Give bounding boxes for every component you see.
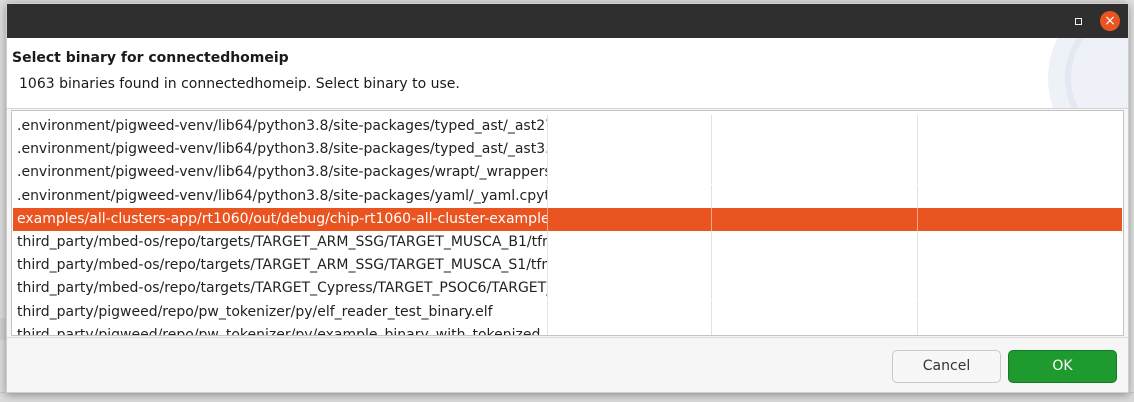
dialog-message: 1063 binaries found in connectedhomeip. … [19, 76, 460, 92]
binary-list-row[interactable]: third_party/pigweed/repo/pw_tokenizer/py… [13, 300, 1123, 324]
empty-column-cell [711, 277, 918, 301]
empty-column-cell [917, 231, 1123, 254]
empty-column-cell [547, 115, 712, 138]
empty-column-cell [547, 277, 712, 301]
empty-column-cell [547, 254, 712, 278]
empty-column-cell [917, 300, 1123, 324]
empty-column-cell [547, 161, 712, 185]
empty-column-cell [711, 254, 918, 278]
binary-list-row[interactable]: third_party/mbed-os/repo/targets/TARGET_… [13, 231, 1122, 254]
empty-column-cell [711, 323, 918, 335]
binary-list-row[interactable]: examples/all-clusters-app/rt1060/out/deb… [13, 207, 1123, 231]
dialog-header: Select binary for connectedhomeip 1063 b… [7, 38, 1128, 108]
empty-column-cell [547, 231, 712, 254]
select-binary-dialog: × Select binary for connectedhomeip 1063… [6, 3, 1129, 393]
binary-list-row[interactable]: third_party/pigweed/repo/pw_tokenizer/py… [13, 323, 1123, 336]
empty-column-cell [711, 184, 918, 208]
empty-column-cell [917, 115, 1123, 138]
empty-column-cell [917, 277, 1123, 301]
ok-button[interactable]: OK [1008, 350, 1117, 383]
binary-path-cell: third_party/pigweed/repo/pw_tokenizer/py… [17, 303, 493, 320]
close-button[interactable]: × [1100, 11, 1120, 31]
empty-column-cell [917, 207, 1123, 231]
maximize-button[interactable] [1069, 12, 1087, 30]
binary-list-row[interactable]: .environment/pigweed-venv/lib64/python3.… [13, 115, 1122, 138]
empty-column-cell [917, 254, 1123, 278]
empty-column-cell [711, 161, 918, 185]
footer-divider [7, 337, 1128, 338]
empty-column-cell [711, 115, 918, 138]
binary-path-cell: .environment/pigweed-venv/lib64/python3.… [17, 187, 547, 204]
empty-column-cell [917, 138, 1123, 162]
binary-path-cell: .environment/pigweed-venv/lib64/python3.… [17, 141, 547, 158]
empty-column-cell [547, 207, 712, 231]
cancel-button[interactable]: Cancel [892, 350, 1001, 383]
header-decoration-icon [1048, 38, 1128, 108]
binary-list-row[interactable]: .environment/pigweed-venv/lib64/python3.… [13, 184, 1123, 208]
empty-column-cell [547, 138, 712, 162]
empty-column-cell [917, 161, 1123, 185]
binary-list-row[interactable]: third_party/mbed-os/repo/targets/TARGET_… [13, 254, 1123, 278]
binary-path-cell: third_party/pigweed/repo/pw_tokenizer/py… [17, 326, 547, 336]
binary-path-cell: third_party/mbed-os/repo/targets/TARGET_… [17, 257, 547, 274]
binary-list-row[interactable]: .environment/pigweed-venv/lib64/python3.… [13, 161, 1123, 185]
binary-path-cell: .environment/pigweed-venv/lib64/python3.… [17, 164, 547, 181]
binary-path-cell: third_party/mbed-os/repo/targets/TARGET_… [17, 234, 547, 250]
binary-path-cell: third_party/mbed-os/repo/targets/TARGET_… [17, 280, 547, 297]
empty-column-cell [711, 207, 918, 231]
binary-list-row[interactable]: third_party/mbed-os/repo/targets/TARGET_… [13, 277, 1123, 301]
dialog-title: Select binary for connectedhomeip [12, 50, 289, 66]
close-icon: × [1104, 13, 1116, 29]
header-divider [7, 108, 1128, 109]
empty-column-cell [917, 184, 1123, 208]
binary-list[interactable]: .environment/pigweed-venv/lib64/python3.… [11, 110, 1124, 336]
binary-list-row[interactable]: .environment/pigweed-venv/lib64/python3.… [13, 138, 1123, 162]
empty-column-cell [711, 231, 918, 254]
dialog-titlebar[interactable]: × [7, 4, 1128, 38]
empty-column-cell [711, 300, 918, 324]
empty-column-cell [917, 323, 1123, 335]
binary-path-cell: examples/all-clusters-app/rt1060/out/deb… [17, 210, 547, 227]
binary-path-cell: .environment/pigweed-venv/lib64/python3.… [17, 118, 547, 134]
empty-column-cell [711, 138, 918, 162]
empty-column-cell [547, 184, 712, 208]
maximize-icon [1074, 17, 1082, 25]
empty-column-cell [547, 300, 712, 324]
empty-column-cell [547, 323, 712, 335]
